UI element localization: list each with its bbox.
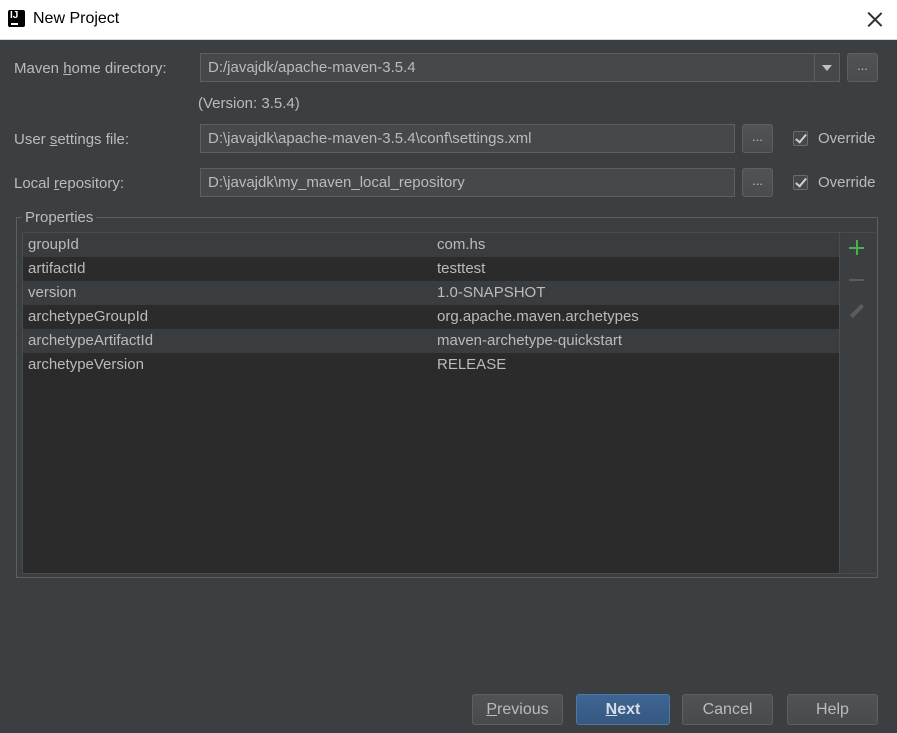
maven-home-label: Maven home directory: — [14, 60, 167, 77]
user-settings-browse-button[interactable]: ... — [742, 124, 773, 153]
property-value[interactable]: RELEASE — [437, 353, 506, 376]
table-row[interactable]: version 1.0-SNAPSHOT — [23, 281, 839, 305]
property-value[interactable]: com.hs — [437, 233, 485, 256]
local-repository-label: Local repository: — [14, 175, 125, 192]
table-row[interactable]: archetypeVersion RELEASE — [23, 353, 839, 377]
maven-home-value: D:/javajdk/apache-maven-3.5.4 — [208, 59, 416, 76]
user-settings-input[interactable]: D:\javajdk\apache-maven-3.5.4\conf\setti… — [200, 124, 735, 153]
properties-title: Properties — [22, 209, 97, 226]
table-row[interactable]: archetypeArtifactId maven-archetype-quick… — [23, 329, 839, 353]
property-key: version — [28, 284, 77, 301]
local-repository-override-checkbox[interactable] — [793, 175, 808, 190]
plus-icon[interactable] — [848, 239, 866, 257]
properties-toolbar — [841, 232, 875, 574]
local-repository-input[interactable]: D:\javajdk\my_maven_local_repository — [200, 168, 735, 197]
previous-button[interactable]: Previous — [472, 694, 563, 725]
property-value[interactable]: testtest — [437, 257, 485, 280]
local-repository-override-label[interactable]: Override — [818, 174, 876, 191]
next-button[interactable]: Next — [576, 694, 670, 725]
intellij-idea-icon: IJ — [6, 8, 27, 29]
table-row[interactable]: groupId com.hs — [23, 233, 839, 257]
property-value[interactable]: org.apache.maven.archetypes — [437, 305, 639, 328]
user-settings-override-label[interactable]: Override — [818, 130, 876, 147]
properties-table[interactable]: groupId com.hs artifactId testtest version… — [22, 232, 840, 574]
help-button[interactable]: Help — [787, 694, 878, 725]
cancel-button[interactable]: Cancel — [682, 694, 773, 725]
property-key: groupId — [28, 236, 79, 253]
close-icon[interactable] — [865, 9, 885, 29]
property-key: archetypeVersion — [28, 356, 144, 373]
property-key: archetypeArtifactId — [28, 332, 154, 349]
minus-icon[interactable] — [848, 271, 866, 289]
property-value[interactable]: 1.0-SNAPSHOT — [437, 281, 545, 304]
property-value[interactable]: maven-archetype-quickstart — [437, 329, 622, 352]
maven-version-text: (Version: 3.5.4) — [198, 95, 300, 112]
user-settings-override-checkbox[interactable] — [793, 131, 808, 146]
property-key: artifactId — [28, 260, 86, 277]
title-bar: IJ New Project — [0, 0, 897, 40]
user-settings-label: User settings file: — [14, 131, 130, 148]
chevron-down-icon[interactable] — [814, 54, 839, 81]
property-key: archetypeGroupId — [28, 308, 149, 325]
table-row[interactable]: artifactId testtest — [23, 257, 839, 281]
maven-home-combobox[interactable]: D:/javajdk/apache-maven-3.5.4 — [200, 53, 840, 82]
table-row[interactable]: archetypeGroupId org.apache.maven.archety… — [23, 305, 839, 329]
edit-icon[interactable] — [848, 303, 866, 321]
local-repository-browse-button[interactable]: ... — [742, 168, 773, 197]
maven-home-browse-button[interactable]: ... — [847, 53, 878, 82]
window-title: New Project — [33, 10, 120, 27]
